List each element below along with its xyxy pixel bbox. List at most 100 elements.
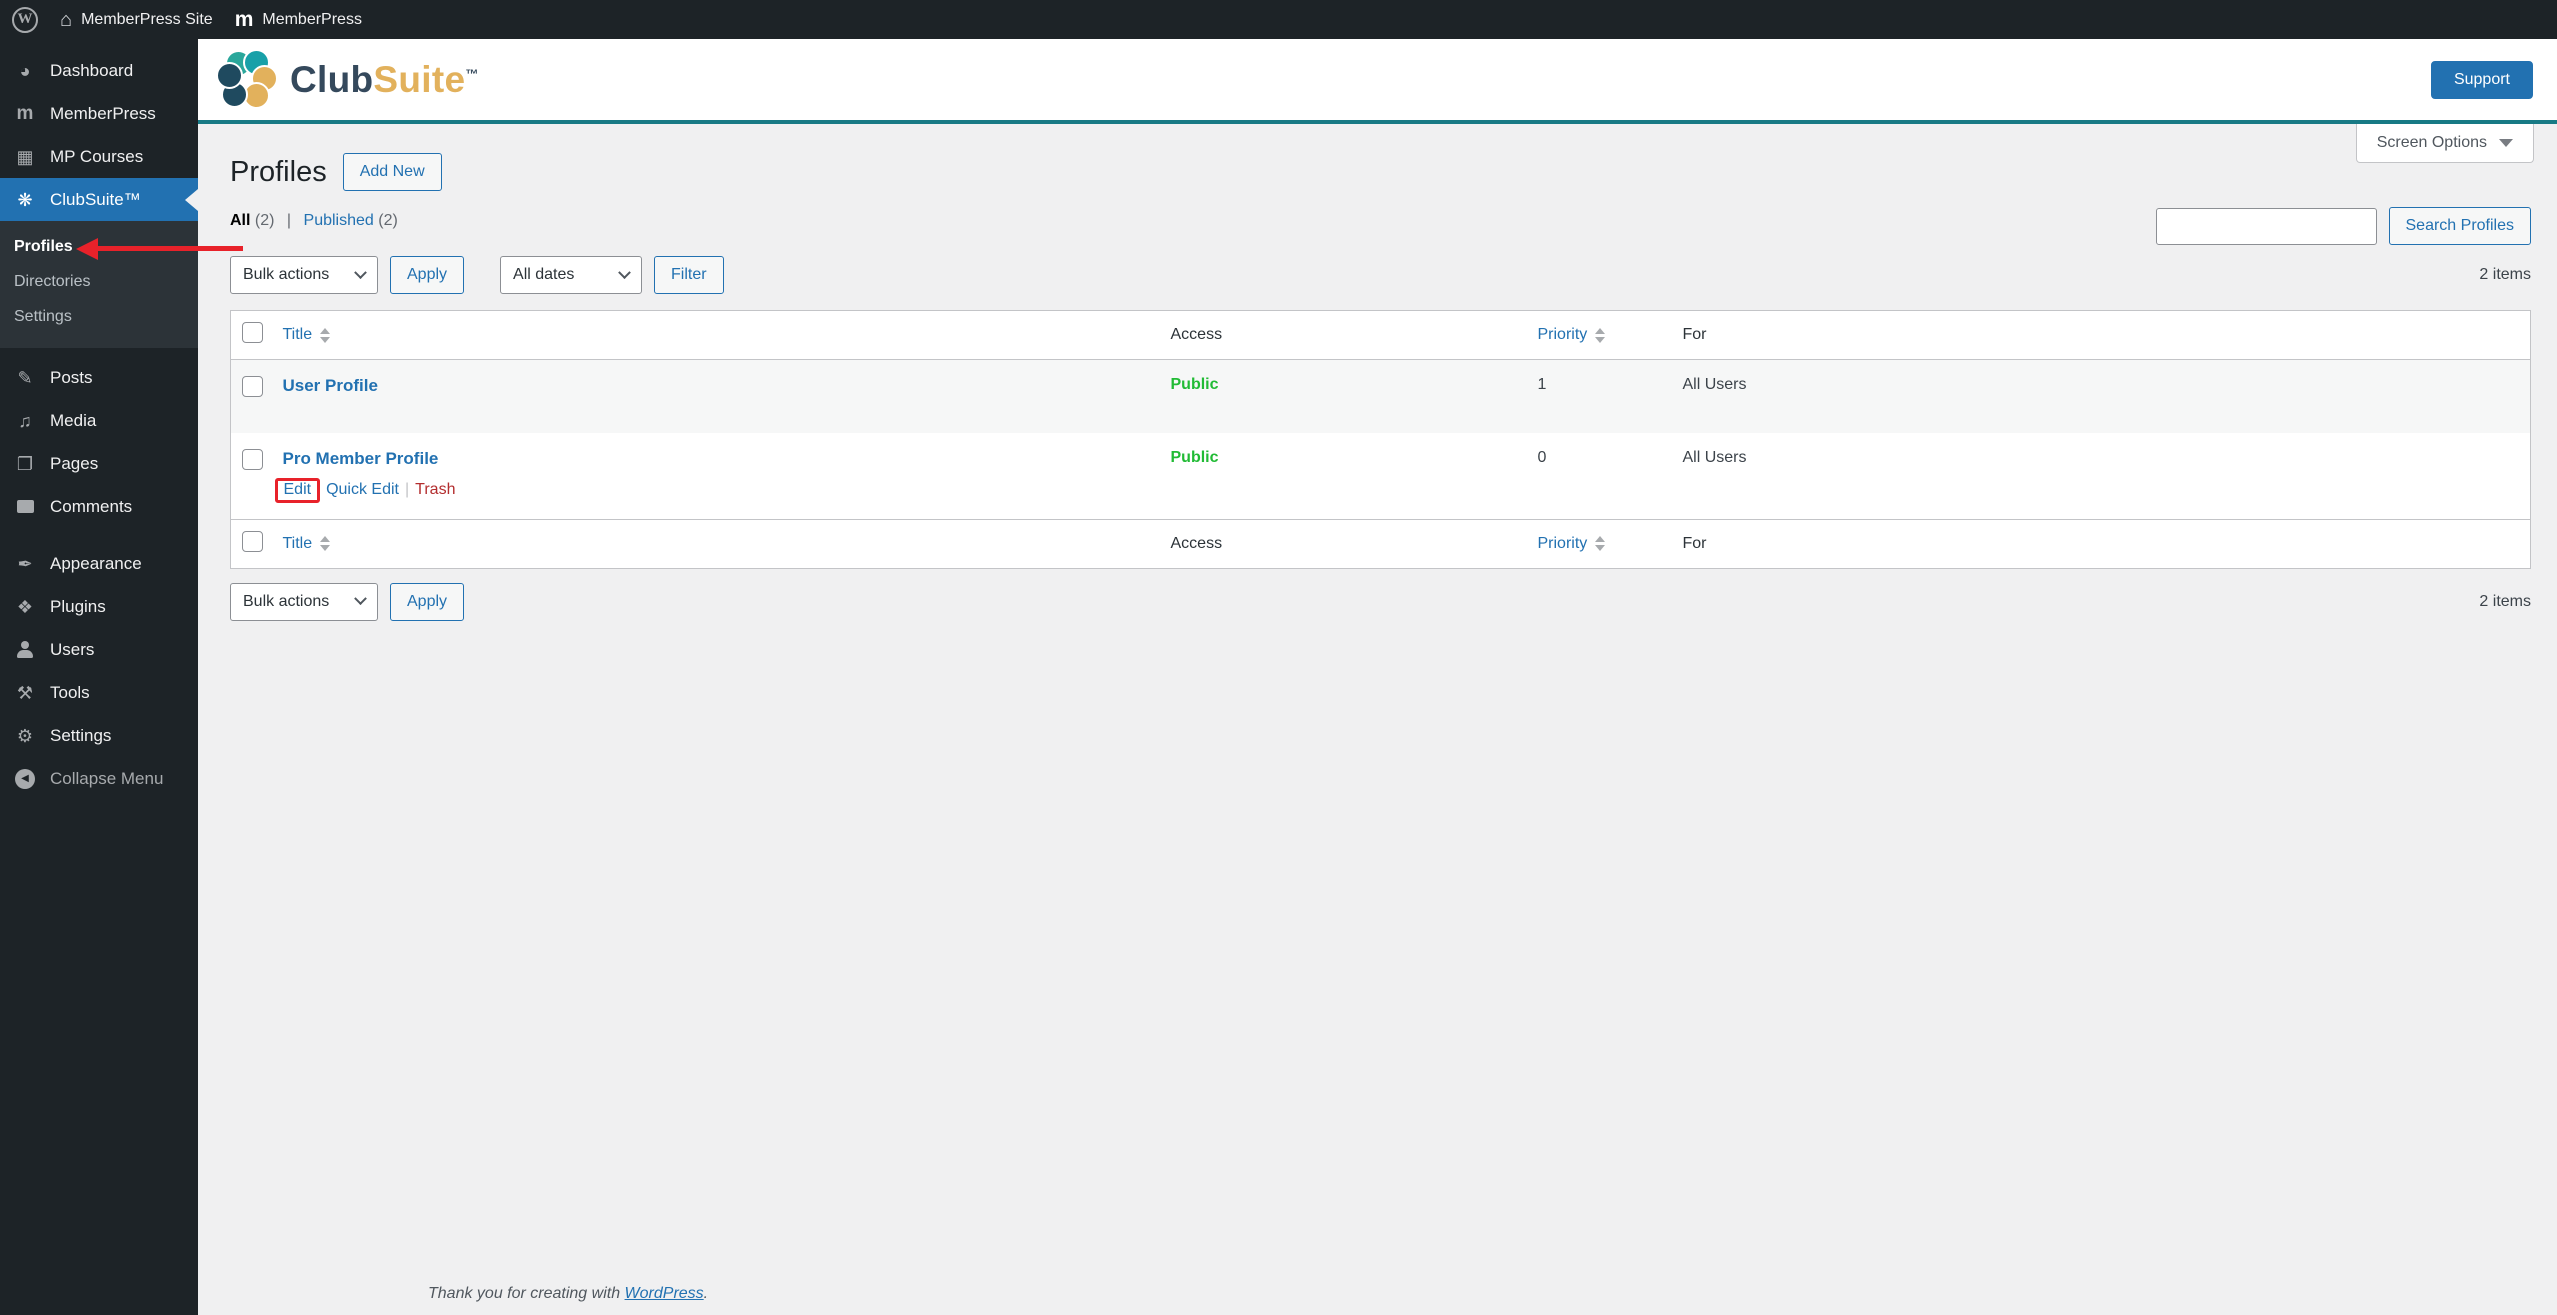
clubsuite-pinwheel-icon: [216, 48, 278, 111]
row-checkbox[interactable]: [242, 376, 263, 397]
priority-value: 1: [1537, 376, 1547, 393]
submenu-item-label: Settings: [14, 307, 72, 325]
table-footer-row: Title Access Priority For: [230, 519, 2531, 568]
sidebar-item-label: Dashboard: [50, 60, 134, 80]
column-access-label: Access: [1170, 326, 1223, 343]
sort-priority-header[interactable]: Priority: [1538, 326, 1606, 344]
row-checkbox[interactable]: [242, 448, 263, 470]
sort-arrows-icon: [320, 536, 331, 551]
sidebar-item-label: Plugins: [50, 596, 106, 616]
sidebar-item-mp-courses[interactable]: ▦ MP Courses: [0, 135, 198, 178]
column-title-label: Title: [282, 326, 313, 343]
view-separator: |: [286, 212, 292, 229]
select-all-checkbox[interactable]: [242, 530, 263, 552]
for-value: All Users: [1682, 448, 1747, 466]
profile-title-link[interactable]: Pro Member Profile: [283, 449, 439, 468]
sidebar-item-media[interactable]: ♫ Media: [0, 399, 198, 442]
sort-arrows-icon: [1595, 327, 1606, 343]
apply-button[interactable]: Apply: [390, 256, 465, 294]
menu-separator: [0, 528, 198, 542]
dashboard-icon: ◕: [19, 60, 31, 81]
site-name-label: MemberPress Site: [81, 10, 213, 28]
sort-priority-header[interactable]: Priority: [1538, 535, 1606, 553]
collapse-menu-button[interactable]: ◀ Collapse Menu: [0, 757, 198, 800]
page-wrap: Profiles Add New All (2) | Published (2)…: [198, 124, 2557, 621]
sort-title-header[interactable]: Title: [283, 535, 331, 553]
page-title: Profiles: [230, 155, 327, 188]
sidebar-item-posts[interactable]: ✎ Posts: [0, 356, 198, 399]
sidebar-item-clubsuite-settings[interactable]: Settings: [0, 299, 198, 334]
table-row: User Profile Public 1 All Users: [230, 359, 2531, 433]
sidebar-item-label: Comments: [50, 496, 133, 516]
admin-bar-memberpress-link[interactable]: m MemberPress: [235, 9, 362, 30]
sidebar-item-label: MP Courses: [50, 146, 144, 166]
add-new-button[interactable]: Add New: [342, 153, 442, 191]
annotation-arrow-head: [76, 238, 98, 260]
select-all-checkbox[interactable]: [242, 322, 263, 343]
support-button[interactable]: Support: [2430, 60, 2533, 99]
courses-icon: ▦: [16, 146, 34, 167]
view-all-link[interactable]: All: [230, 212, 250, 229]
clubsuite-icon: ❋: [17, 189, 33, 210]
sidebar-item-appearance[interactable]: ✒ Appearance: [0, 542, 198, 585]
edit-link[interactable]: Edit: [284, 481, 312, 498]
items-count: 2 items: [2479, 266, 2531, 283]
for-value: All Users: [1682, 376, 1747, 393]
sidebar-item-clubsuite[interactable]: ❋ ClubSuite™: [0, 178, 198, 221]
items-count: 2 items: [2479, 592, 2531, 610]
sort-arrows-icon: [320, 327, 331, 343]
table-row: Pro Member Profile Edit Quick Edit | Trash …: [231, 433, 2531, 520]
quick-edit-link[interactable]: Quick Edit: [326, 481, 399, 498]
search-input[interactable]: [2155, 207, 2377, 245]
home-icon: ⌂: [60, 8, 73, 31]
view-published-link[interactable]: Published: [304, 212, 374, 229]
content-area: ClubSuite™ Support Screen Options Profil…: [198, 39, 2557, 1315]
posts-icon: ✎: [17, 367, 33, 388]
column-for-label: For: [1682, 534, 1707, 552]
sidebar-item-directories[interactable]: Directories: [0, 264, 198, 299]
wordpress-logo-icon[interactable]: W: [12, 6, 38, 33]
admin-bar-site-link[interactable]: ⌂ MemberPress Site: [60, 10, 213, 30]
admin-bar: W ⌂ MemberPress Site m MemberPress: [0, 0, 2557, 39]
apply-button[interactable]: Apply: [390, 582, 465, 621]
action-separator: |: [405, 480, 410, 498]
sidebar-item-dashboard[interactable]: ◕ Dashboard: [0, 49, 198, 92]
search-profiles-button[interactable]: Search Profiles: [2388, 207, 2531, 245]
bulk-actions-select[interactable]: Bulk actions: [230, 256, 378, 294]
clubsuite-wordmark: ClubSuite™: [290, 58, 479, 100]
sidebar-item-label: Settings: [50, 725, 112, 745]
menu-separator: [0, 348, 198, 356]
sidebar-item-plugins[interactable]: ❖ Plugins: [0, 585, 198, 628]
sidebar-item-label: Users: [50, 639, 95, 659]
sort-arrows-icon: [1595, 536, 1606, 551]
comments-icon: [12, 500, 38, 513]
filter-button[interactable]: Filter: [654, 256, 724, 294]
appearance-icon: ✒: [17, 553, 33, 574]
sidebar-item-comments[interactable]: Comments: [0, 485, 198, 528]
access-status-badge: Public: [1170, 448, 1219, 466]
tablenav-top: Bulk actions Apply All dates Filter 2 it…: [230, 256, 2531, 294]
dates-filter-select[interactable]: All dates: [500, 256, 643, 294]
priority-value: 0: [1537, 448, 1547, 466]
column-access-label: Access: [1170, 534, 1223, 552]
clubsuite-logo: ClubSuite™: [216, 48, 479, 111]
sort-title-header[interactable]: Title: [283, 326, 331, 344]
profile-title-link[interactable]: User Profile: [283, 376, 378, 395]
chevron-down-icon: [354, 592, 367, 606]
sidebar-item-pages[interactable]: ❐ Pages: [0, 442, 198, 485]
sidebar-item-tools[interactable]: ⚒ Tools: [0, 671, 198, 714]
table-header-row: Title Access Priority For: [230, 311, 2531, 360]
footer-period: .: [703, 1285, 709, 1302]
sidebar-item-label: Appearance: [50, 553, 142, 573]
wordpress-link[interactable]: WordPress: [625, 1285, 704, 1302]
sidebar-item-memberpress[interactable]: m MemberPress: [0, 92, 198, 135]
sidebar-item-users[interactable]: Users: [0, 628, 198, 671]
bulk-actions-select[interactable]: Bulk actions: [230, 582, 378, 621]
footer-thanks-label: Thank you for creating with: [428, 1285, 625, 1302]
clubsuite-submenu: Profiles Directories Settings: [0, 221, 198, 348]
access-status-badge: Public: [1170, 376, 1219, 393]
collapse-menu-label: Collapse Menu: [50, 768, 164, 788]
trash-link[interactable]: Trash: [415, 481, 455, 498]
sidebar-item-settings[interactable]: ⚙ Settings: [0, 714, 198, 757]
pages-icon: ❐: [16, 453, 34, 474]
